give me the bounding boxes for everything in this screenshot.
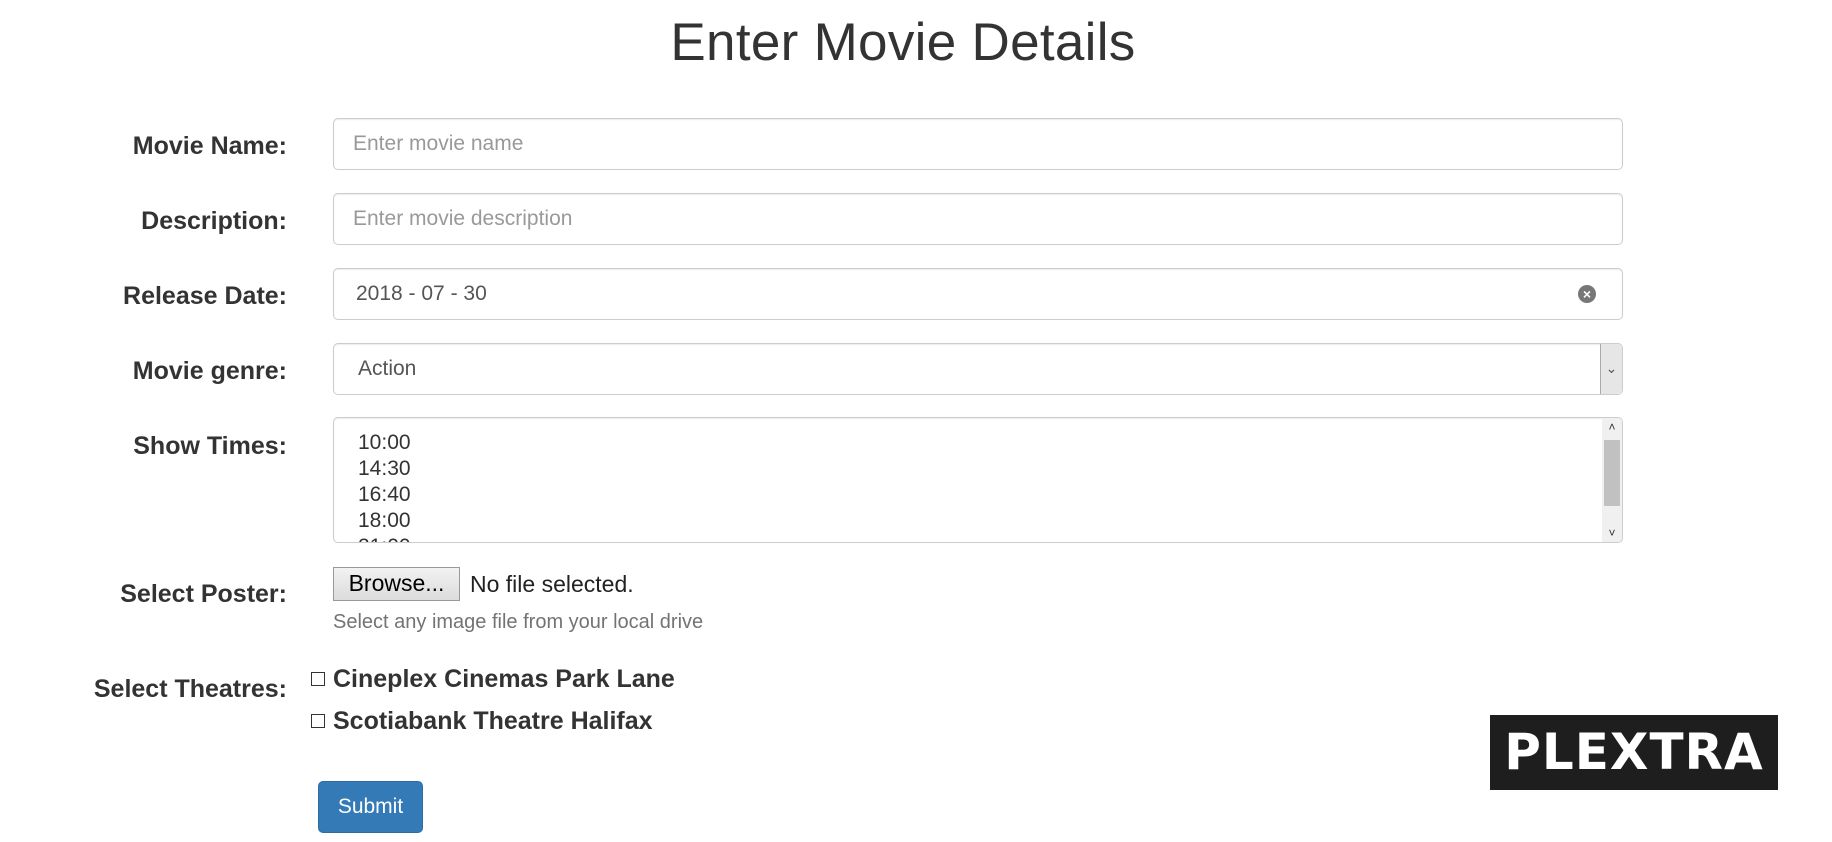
release-date-value: 2018 - 07 - 30	[356, 282, 487, 305]
description-placeholder: Enter movie description	[353, 207, 573, 230]
theatre-checkbox-cineplex[interactable]	[311, 672, 325, 686]
browse-button[interactable]: Browse...	[333, 567, 460, 601]
scrollbar[interactable]: ˄ ˅	[1602, 418, 1622, 542]
chevron-down-icon[interactable]: ⌄	[1600, 344, 1622, 394]
chevron-down-icon[interactable]: ˅	[1602, 524, 1622, 542]
release-date-label: Release Date:	[123, 282, 287, 310]
movie-name-label: Movie Name:	[132, 132, 287, 160]
genre-select[interactable]: Action ⌄	[333, 343, 1623, 395]
genre-selected-value: Action	[358, 357, 417, 380]
list-item[interactable]: 21:00	[358, 534, 1622, 542]
description-label: Description:	[141, 207, 287, 235]
theatre-label-cineplex[interactable]: Cineplex Cinemas Park Lane	[333, 665, 675, 694]
submit-button[interactable]: Submit	[318, 781, 423, 833]
genre-label: Movie genre:	[132, 357, 287, 385]
theatre-label-scotiabank[interactable]: Scotiabank Theatre Halifax	[333, 707, 653, 736]
release-date-input[interactable]: 2018 - 07 - 30 ×	[333, 268, 1623, 320]
logo: PLEXTRA	[1490, 715, 1778, 790]
show-times-label: Show Times:	[133, 432, 287, 460]
list-item[interactable]: 18:00	[358, 508, 1622, 534]
description-input[interactable]: Enter movie description	[333, 193, 1623, 245]
list-item[interactable]: 16:40	[358, 482, 1622, 508]
poster-help-text: Select any image file from your local dr…	[333, 611, 704, 633]
clear-icon[interactable]: ×	[1578, 285, 1596, 303]
list-item[interactable]: 10:00	[358, 430, 1622, 456]
theatre-checkbox-scotiabank[interactable]	[311, 714, 325, 728]
poster-label: Select Poster:	[120, 580, 287, 608]
file-status-text: No file selected.	[470, 571, 634, 597]
theatres-label: Select Theatres:	[93, 675, 287, 703]
movie-name-input[interactable]: Enter movie name	[333, 118, 1623, 170]
list-item[interactable]: 14:30	[358, 456, 1622, 482]
chevron-up-icon[interactable]: ˄	[1602, 418, 1622, 436]
show-times-listbox[interactable]: 10:00 14:30 16:40 18:00 21:00 ˄ ˅	[333, 417, 1623, 543]
scrollbar-thumb[interactable]	[1604, 440, 1620, 506]
page-title: Enter Movie Details	[670, 13, 1136, 72]
movie-name-placeholder: Enter movie name	[353, 132, 524, 155]
